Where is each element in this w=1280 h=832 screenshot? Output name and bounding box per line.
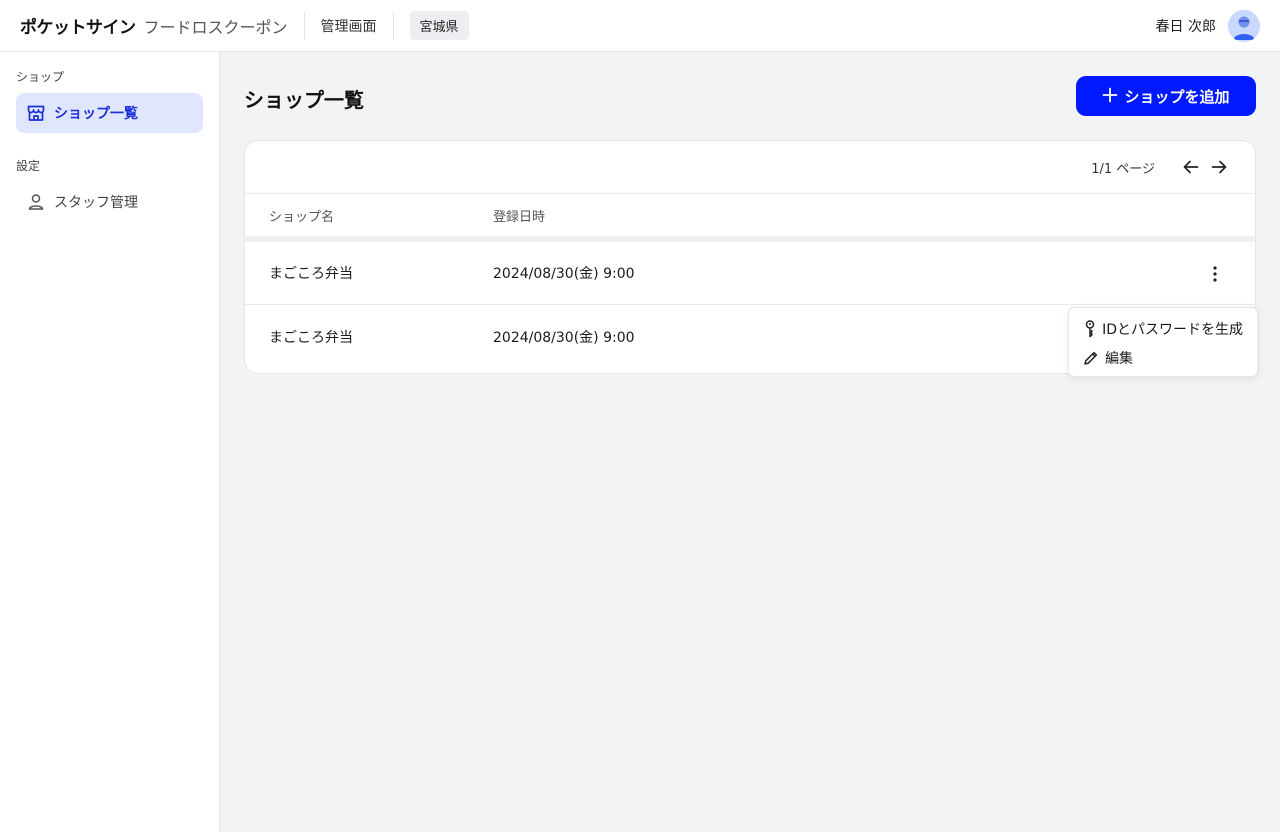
shop-name-cell: まごころ弁当: [269, 329, 353, 346]
page-title: ショップ一覧: [244, 88, 364, 112]
avatar-person-icon: [1228, 9, 1260, 42]
row-context-menu: IDとパスワードを生成 編集: [1068, 307, 1258, 377]
product-name: フードロスクーポン: [143, 17, 288, 37]
avatar[interactable]: [1228, 9, 1260, 42]
sidebar-item-label: スタッフ管理: [54, 195, 138, 211]
registered-date-cell: 2024/08/30(金) 9:00: [493, 266, 635, 282]
menu-item-generate-credentials[interactable]: IDとパスワードを生成: [1069, 314, 1257, 343]
table-row[interactable]: まごころ弁当 2024/08/30(金) 9:00: [245, 242, 1255, 305]
menu-item-edit[interactable]: 編集: [1069, 343, 1257, 372]
shop-name-cell: まごころ弁当: [269, 266, 353, 282]
header-divider: [392, 11, 394, 40]
table-header: ショップ名 登録日時: [245, 194, 1255, 242]
next-page-arrow-icon[interactable]: [1209, 157, 1229, 177]
prefecture-badge: 宮城県: [409, 11, 469, 40]
key-icon: [1083, 319, 1096, 338]
column-header-registered[interactable]: 登録日時: [493, 206, 545, 225]
more-vertical-icon[interactable]: [1205, 262, 1225, 286]
sidebar-item-staff-management[interactable]: スタッフ管理: [16, 182, 203, 222]
sidebar: ショップ ショップ一覧 設定 スタッフ管理: [0, 52, 220, 832]
add-shop-button[interactable]: ショップを追加: [1076, 76, 1256, 116]
person-icon: [26, 192, 46, 212]
plus-icon: [1102, 84, 1118, 108]
admin-label: 管理画面: [320, 18, 377, 35]
menu-item-label: IDとパスワードを生成: [1102, 321, 1243, 338]
sidebar-item-shop-list[interactable]: ショップ一覧: [16, 93, 203, 133]
store-icon: [26, 103, 46, 123]
top-header: ポケットサイン フードロスクーポン 管理画面 宮城県 春日 次郎: [0, 0, 1280, 52]
user-name[interactable]: 春日 次郎: [1156, 16, 1216, 36]
column-header-shop-name[interactable]: ショップ名: [269, 206, 334, 225]
prev-page-arrow-icon[interactable]: [1181, 157, 1201, 177]
pencil-icon: [1083, 349, 1099, 367]
sidebar-section-title: 設定: [16, 159, 41, 173]
add-shop-button-label: ショップを追加: [1124, 87, 1230, 106]
main-content: ショップ一覧 ショップを追加 1/1 ページ ショップ名 登録日時 まごころ弁当…: [220, 52, 1280, 832]
header-divider: [303, 11, 305, 40]
sidebar-item-label: ショップ一覧: [54, 106, 138, 122]
pagination: 1/1 ページ: [245, 141, 1255, 194]
sidebar-section-title: ショップ: [16, 70, 65, 84]
page-indicator: 1/1 ページ: [1091, 161, 1155, 177]
brand-logo[interactable]: ポケットサイン: [20, 13, 136, 38]
menu-item-label: 編集: [1105, 350, 1133, 367]
registered-date-cell: 2024/08/30(金) 9:00: [493, 329, 635, 346]
